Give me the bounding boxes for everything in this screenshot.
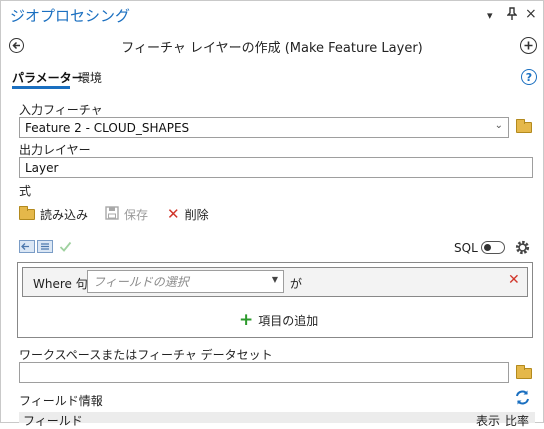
load-button[interactable]: 読み込み xyxy=(19,206,88,223)
add-clause-label: 項目の追加 xyxy=(258,314,319,328)
chevron-down-icon: ⌄ xyxy=(494,120,503,131)
browse-input-folder-icon[interactable] xyxy=(516,119,532,133)
active-tab-indicator xyxy=(12,86,70,89)
delete-x-icon: ✕ xyxy=(167,205,180,223)
remove-clause-icon[interactable]: ✕ xyxy=(508,272,520,288)
browse-workspace-folder-icon[interactable] xyxy=(516,365,532,379)
workspace-input[interactable] xyxy=(19,362,509,383)
output-layer-input[interactable]: Layer xyxy=(19,157,533,178)
sql-toggle[interactable] xyxy=(481,241,505,254)
refresh-icon[interactable] xyxy=(514,389,531,409)
close-pane-icon[interactable]: × xyxy=(525,6,537,22)
field-info-label: フィールド情報 xyxy=(19,394,103,408)
field-info-table-header xyxy=(19,412,535,423)
column-ratio-header[interactable]: 比率 xyxy=(505,412,529,429)
column-field-header[interactable]: フィールド xyxy=(23,412,83,429)
delete-button[interactable]: ✕ 削除 xyxy=(167,206,209,223)
field-select-dropdown[interactable]: フィールドの選択 ▼ xyxy=(87,270,284,293)
input-features-dropdown[interactable]: Feature 2 - CLOUD_SHAPES ⌄ xyxy=(19,117,509,138)
column-visible-header[interactable]: 表示 xyxy=(476,412,500,429)
tab-environments[interactable]: 環境 xyxy=(78,69,102,86)
gear-icon[interactable] xyxy=(514,239,531,259)
delete-label: 削除 xyxy=(184,208,209,222)
verify-check-icon[interactable] xyxy=(59,240,72,256)
tool-title: フィーチャ レイヤーの作成 (Make Feature Layer) xyxy=(121,41,423,56)
expression-label: 式 xyxy=(19,184,32,198)
output-layer-label: 出力レイヤー xyxy=(19,143,91,157)
chevron-down-icon: ▼ xyxy=(271,275,278,284)
save-label: 保存 xyxy=(124,208,149,222)
help-icon[interactable]: ? xyxy=(521,69,537,85)
save-button[interactable]: 保存 xyxy=(105,206,148,223)
workspace-label: ワークスペースまたはフィーチャ データセット xyxy=(19,348,273,362)
field-select-placeholder: フィールドの選択 xyxy=(93,275,189,289)
clause-mode-icon[interactable] xyxy=(19,240,35,256)
pin-icon[interactable] xyxy=(506,7,518,23)
sql-toggle-label: SQL xyxy=(454,241,478,255)
tab-parameters[interactable]: パラメーター xyxy=(12,69,84,86)
load-label: 読み込み xyxy=(40,208,89,222)
operator-label: が xyxy=(290,277,303,291)
output-layer-value: Layer xyxy=(25,160,59,175)
save-disk-icon xyxy=(105,206,119,223)
plus-icon: + xyxy=(239,310,254,330)
add-icon[interactable] xyxy=(520,37,537,54)
input-features-label: 入力フィーチャ xyxy=(19,103,103,117)
pane-menu-icon[interactable]: ▾ xyxy=(487,9,493,22)
input-features-value: Feature 2 - CLOUD_SHAPES xyxy=(25,120,190,135)
where-clause-label: Where 句 xyxy=(33,277,88,291)
pane-title: ジオプロセシング xyxy=(10,7,131,25)
load-folder-icon xyxy=(19,206,35,220)
sql-mode-icon[interactable] xyxy=(37,240,53,256)
add-clause-button[interactable]: + 項目の追加 xyxy=(239,312,318,329)
